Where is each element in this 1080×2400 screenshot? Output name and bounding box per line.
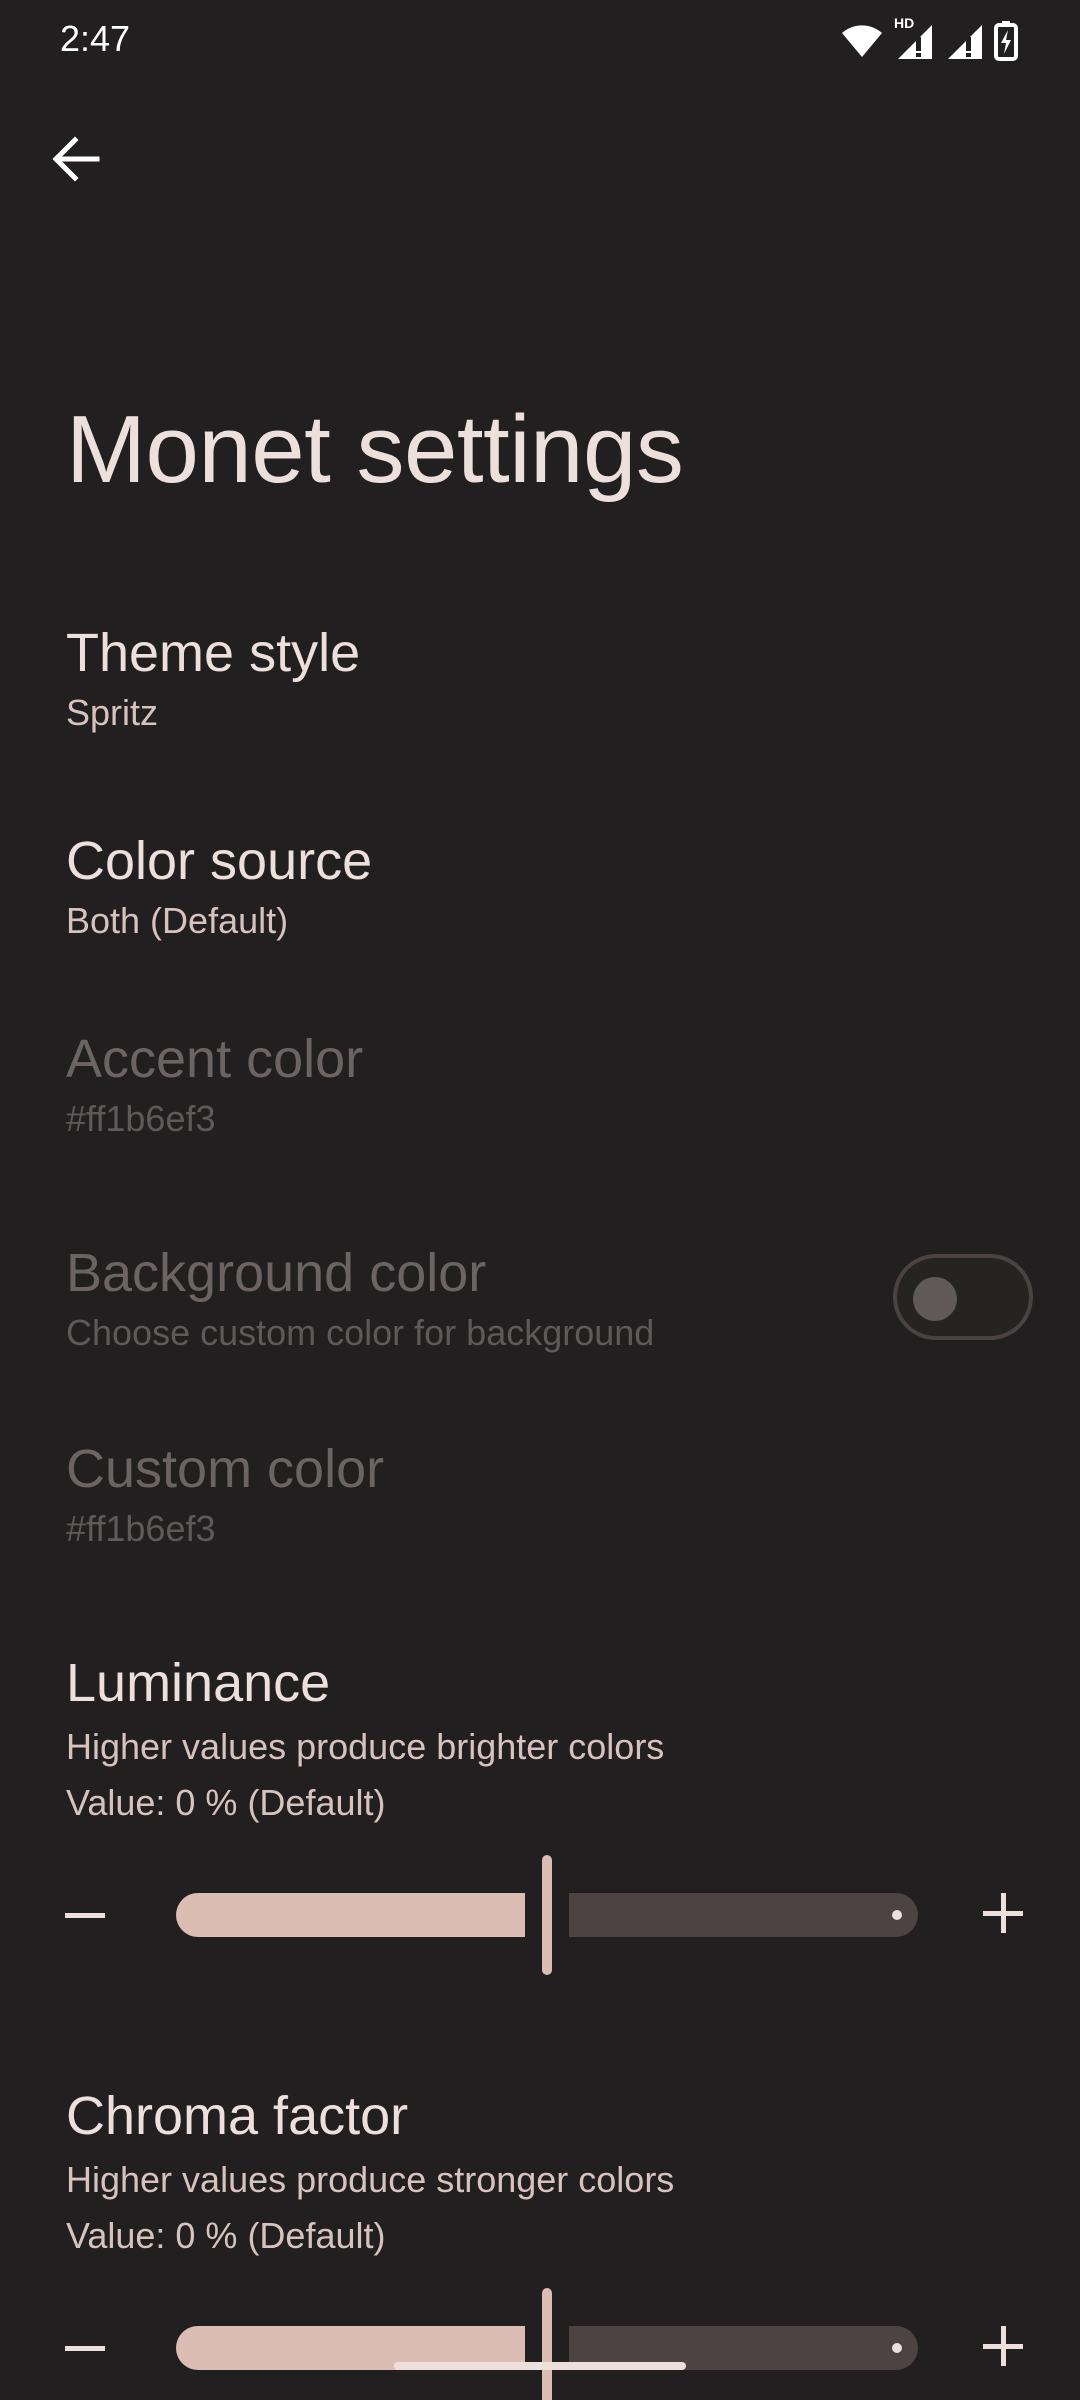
pref-value-text: Value: 0 % (Default) (66, 2215, 386, 2256)
pref-custom-color: Custom color #ff1b6ef3 (0, 1416, 1080, 1586)
plus-icon (983, 1892, 1023, 1938)
wifi-icon (840, 23, 884, 59)
slider-stop-indicator (892, 2343, 902, 2353)
pref-title: Background color (66, 1243, 487, 1303)
slider-stop-indicator (892, 1910, 902, 1920)
gesture-nav-handle[interactable] (394, 2362, 686, 2370)
pref-title: Theme style (66, 623, 361, 683)
status-time: 2:47 (60, 18, 131, 59)
pref-title: Color source (66, 831, 373, 891)
arrow-left-icon (51, 135, 101, 187)
pref-title: Custom color (66, 1439, 385, 1499)
background-color-switch[interactable] (893, 1254, 1033, 1340)
pref-chroma-factor: Chroma factor Higher values produce stro… (0, 2063, 1080, 2263)
switch-knob (913, 1277, 957, 1321)
settings-screen: 2:47 HD Monet settings Theme style Sprit… (0, 0, 1080, 2400)
status-icons: HD (840, 15, 1018, 64)
pref-value-text: Value: 0 % (Default) (66, 1782, 386, 1823)
pref-summary: #ff1b6ef3 (66, 1508, 216, 1549)
battery-charging-icon (994, 21, 1018, 61)
page-title: Monet settings (66, 396, 684, 503)
pref-title: Chroma factor (66, 2086, 409, 2146)
slider-track-inactive[interactable] (569, 1893, 918, 1937)
pref-theme-style[interactable]: Theme style Spritz (0, 600, 1080, 770)
pref-accent-color: Accent color #ff1b6ef3 (0, 1006, 1080, 1176)
pref-color-source[interactable]: Color source Both (Default) (0, 808, 1080, 978)
chroma-increase-button[interactable] (968, 2313, 1038, 2383)
chroma-decrease-button[interactable] (50, 2313, 120, 2383)
pref-summary: #ff1b6ef3 (66, 1098, 216, 1139)
pref-summary: Choose custom color for background (66, 1312, 655, 1353)
back-button[interactable] (40, 120, 112, 202)
luminance-slider-thumb[interactable] (542, 1855, 552, 1975)
pref-summary: Higher values produce stronger colors (66, 2159, 675, 2200)
minus-icon (65, 1906, 105, 1924)
chroma-slider-thumb[interactable] (542, 2288, 552, 2400)
pref-summary: Spritz (66, 692, 159, 733)
minus-icon (65, 2339, 105, 2357)
hd-label: HD (894, 15, 915, 31)
luminance-decrease-button[interactable] (50, 1880, 120, 1950)
pref-summary: Both (Default) (66, 900, 289, 941)
luminance-increase-button[interactable] (968, 1880, 1038, 1950)
pref-title: Luminance (66, 1653, 331, 1713)
pref-luminance: Luminance Higher values produce brighter… (0, 1630, 1080, 1830)
pref-title: Accent color (66, 1029, 364, 1089)
status-bar: 2:47 HD (0, 0, 1080, 80)
slider-track-active[interactable] (176, 1893, 525, 1937)
chroma-slider-row (0, 2288, 1080, 2400)
signal-hd-icon: HD (894, 15, 934, 61)
pref-summary: Higher values produce brighter colors (66, 1726, 665, 1767)
plus-icon (983, 2325, 1023, 2371)
signal-icon (944, 21, 984, 61)
luminance-slider-row (0, 1855, 1080, 1975)
